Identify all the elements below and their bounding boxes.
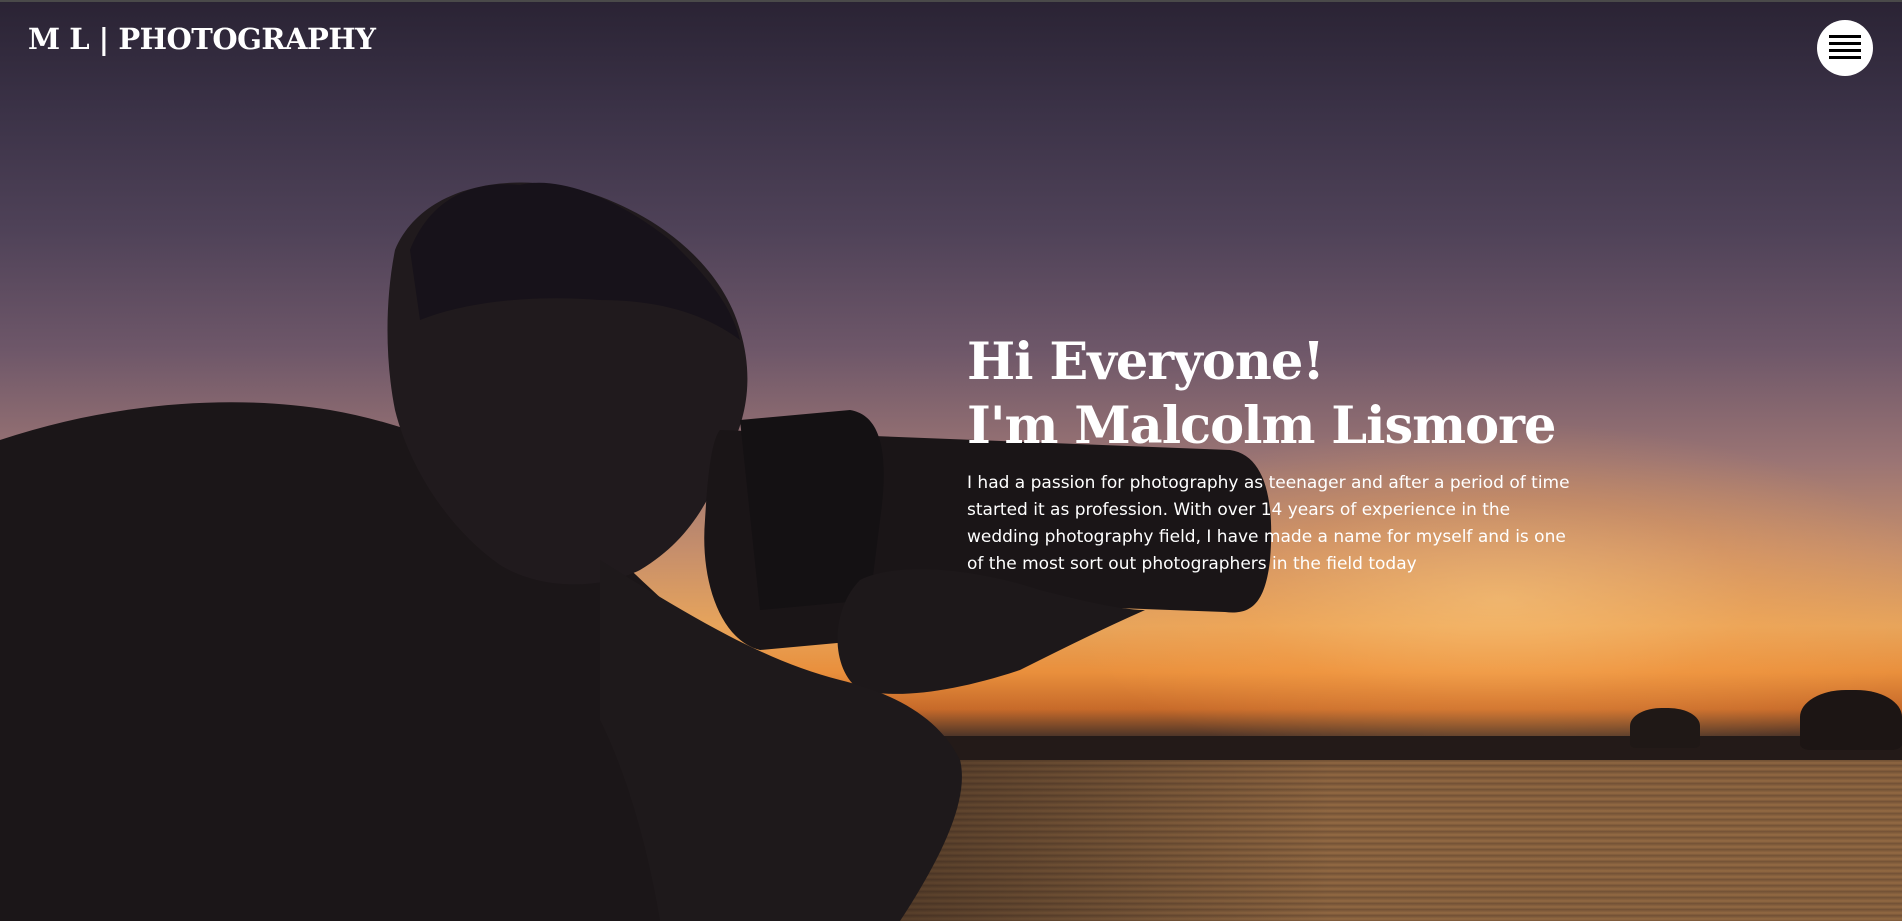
bio-text: I had a passion for photography as teena…	[967, 473, 1570, 574]
menu-button[interactable]	[1817, 20, 1873, 76]
hamburger-menu-icon	[1829, 42, 1861, 45]
photographer-silhouette	[0, 182, 1272, 921]
hamburger-menu-icon	[1829, 49, 1861, 52]
hero-heading: Hi Everyone! I'm Malcolm Lismore	[967, 330, 1587, 458]
hamburger-menu-icon	[1829, 56, 1861, 59]
hamburger-menu-icon	[1829, 35, 1861, 38]
hero-section: M L | PHOTOGRAPHY Hi Everyone! I'm Malco…	[0, 0, 1902, 921]
greeting-line-2: I'm Malcolm Lismore	[967, 396, 1556, 456]
brand-logo[interactable]: M L | PHOTOGRAPHY	[28, 22, 376, 56]
intro-content: Hi Everyone! I'm Malcolm Lismore I had a…	[967, 330, 1587, 578]
greeting-line-1: Hi Everyone!	[967, 332, 1325, 392]
